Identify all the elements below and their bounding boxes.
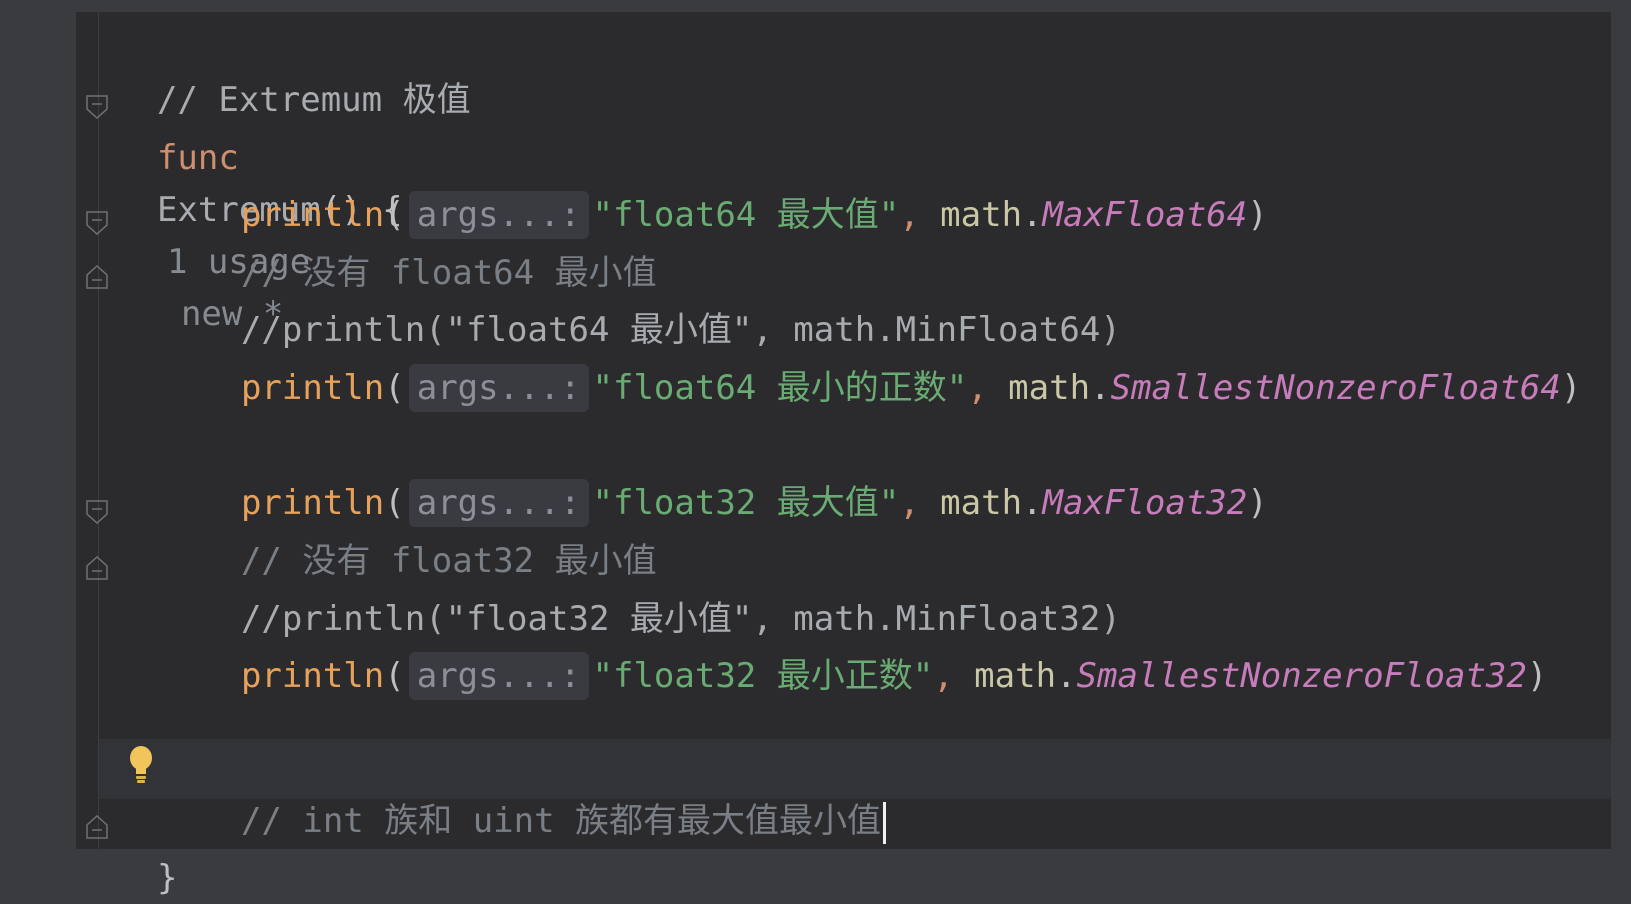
paren: ) [1247,483,1268,523]
string-literal: "float32 最小正数" [592,656,934,696]
code-line[interactable]: println(args...: "float64 最大值", math.MaxF… [116,137,1268,239]
package-name: math [1008,368,1091,408]
code-line-current[interactable]: // int 族和 uint 族都有最大值最小值 [116,743,887,844]
gutter-divider [98,12,99,849]
code-line[interactable]: // 没有 float64 最小值 [116,195,657,293]
comma: , [899,195,941,235]
package-name: math [940,483,1023,523]
package-name: math [940,195,1023,235]
fold-end-marker-icon[interactable] [86,556,108,580]
closing-brace: } [156,858,178,898]
fold-marker-icon[interactable] [86,95,108,119]
parameter-hint: args...: [408,652,589,700]
package-name: math [974,656,1057,696]
paren: ( [384,656,405,696]
fold-marker-icon[interactable] [86,500,108,524]
parameter-hint: args...: [408,364,589,412]
dot: . [1056,656,1077,696]
code-line[interactable]: } [116,800,177,898]
paren: ( [384,368,405,408]
println-call: println [240,368,385,408]
text-caret [883,801,887,844]
constant: MaxFloat64 [1042,195,1248,235]
comma: , [899,483,941,523]
code-line[interactable]: println(args...: "float32 最小正数", math.Sma… [116,598,1547,700]
paren: ) [1526,656,1548,696]
code-line[interactable]: func Extremum() { 1 usage new * [116,80,403,334]
fold-marker-icon[interactable] [86,211,108,235]
code-line[interactable]: println(args...: "float64 最小的正数", math.Sm… [116,310,1581,412]
comma: , [967,368,1009,408]
paren: ) [1247,195,1268,235]
code-line[interactable]: // Extremum 极值 [116,22,471,120]
constant: MaxFloat32 [1042,483,1248,523]
comment-text: // int 族和 uint 族都有最大值最小值 [240,801,882,841]
println-call: println [240,656,385,696]
code-line[interactable]: println(args...: "float32 最大值", math.MaxF… [116,425,1268,527]
constant: SmallestNonzeroFloat64 [1110,368,1561,408]
constant: SmallestNonzeroFloat32 [1076,656,1527,696]
code-line[interactable]: //println("float64 最小值", math.MinFloat64… [116,252,1121,350]
code-line[interactable]: // 没有 float32 最小值 [116,483,657,581]
dot: . [1090,368,1111,408]
comma: , [933,656,975,696]
fold-end-marker-icon[interactable] [86,815,108,839]
dot: . [1022,483,1043,523]
string-literal: "float64 最小的正数" [592,368,968,408]
dot: . [1022,195,1043,235]
code-line[interactable]: //println("float32 最小值", math.MinFloat32… [116,541,1121,639]
fold-end-marker-icon[interactable] [86,265,108,289]
paren: ) [1560,368,1582,408]
